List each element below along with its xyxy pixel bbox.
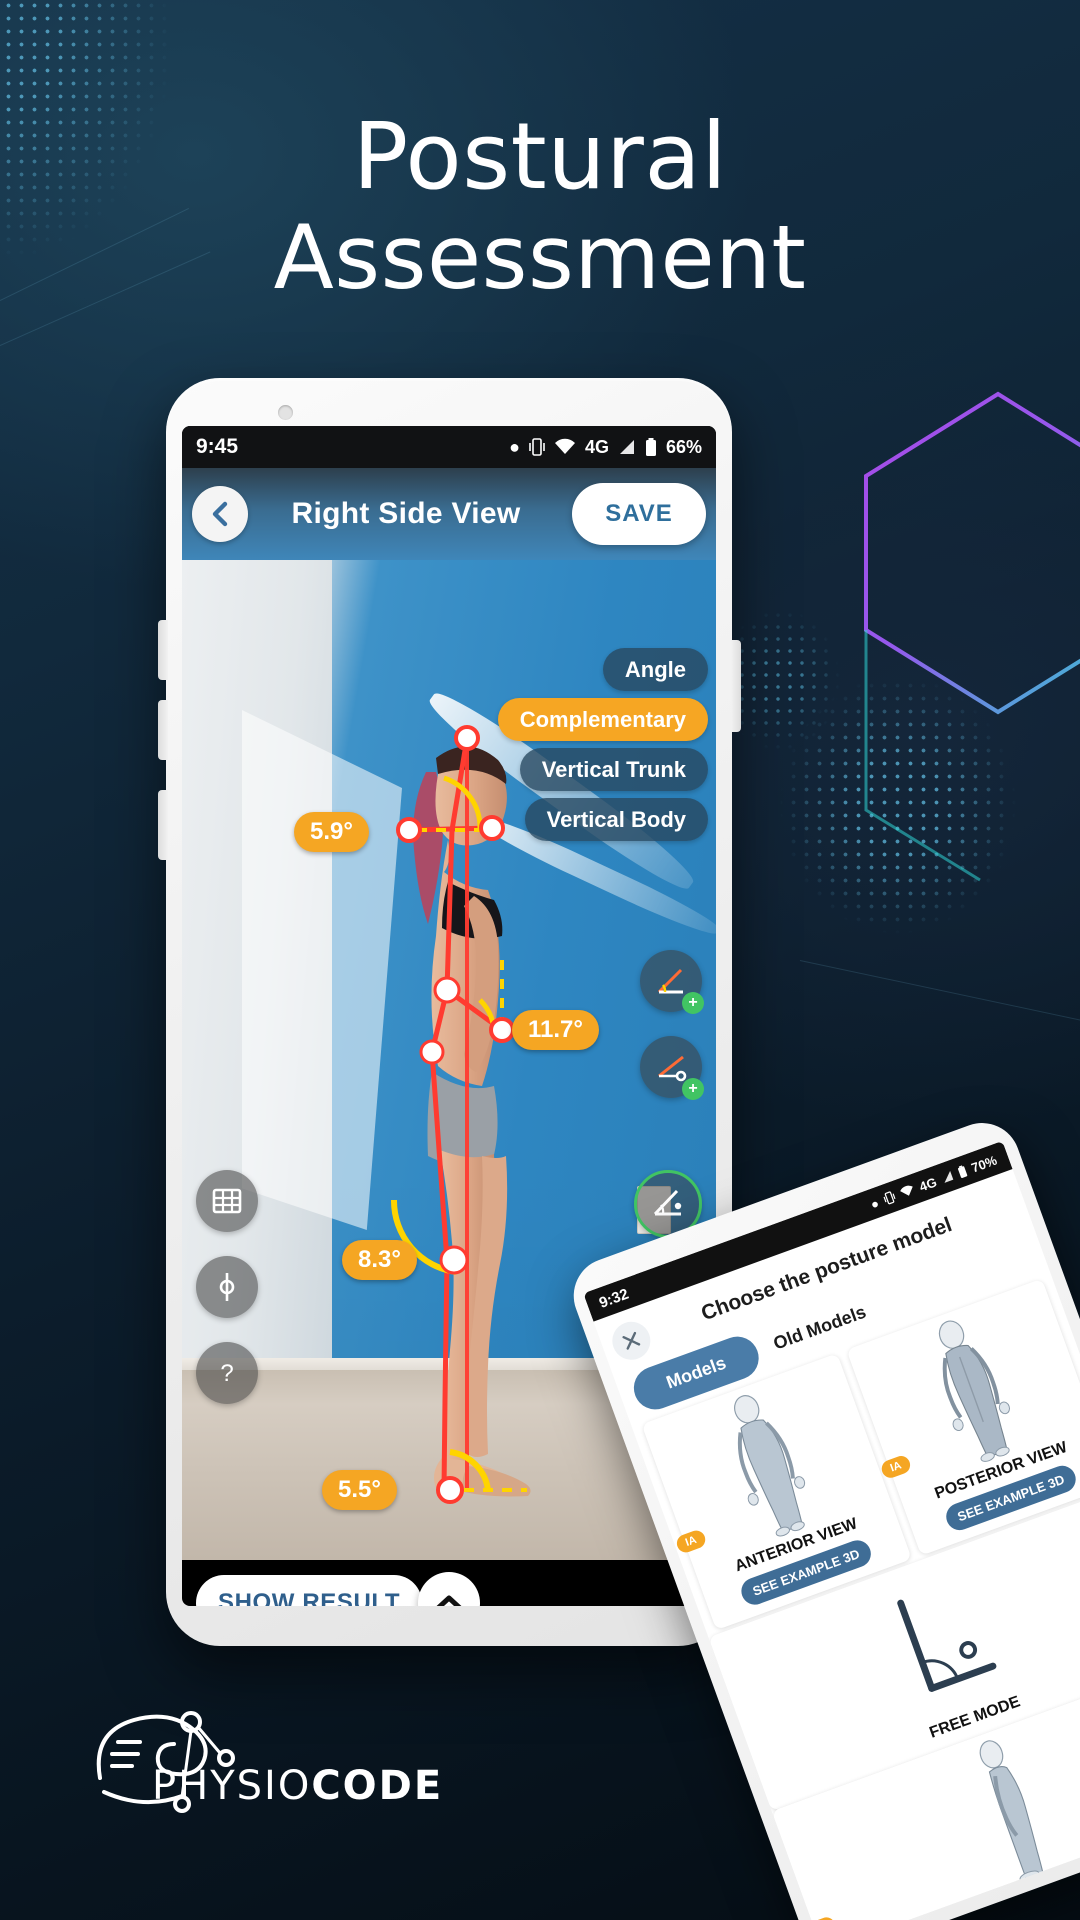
add-line-tool-button[interactable]: + <box>640 1036 704 1100</box>
page-title: Postural Assessment <box>0 110 1080 305</box>
add-angle-tool-button[interactable]: + <box>640 950 704 1014</box>
angle-badge-hip[interactable]: 11.7° <box>512 1010 599 1050</box>
wifi-icon <box>554 438 575 454</box>
grid-tool-button[interactable] <box>196 1170 258 1232</box>
protractor-icon <box>653 1189 682 1216</box>
mode-button-vertical-trunk[interactable]: Vertical Trunk <box>519 748 708 791</box>
grid-icon <box>212 1188 242 1214</box>
angle-badge-neck[interactable]: 5.9° <box>294 812 369 852</box>
plumb-line-tool-button[interactable] <box>196 1256 258 1318</box>
expand-panel-button[interactable] <box>418 1572 480 1606</box>
network-label: 4G <box>584 436 609 457</box>
help-icon: ? <box>220 1360 233 1387</box>
brand-name-bold: CODE <box>311 1763 444 1809</box>
phone-front-camera <box>278 405 293 420</box>
title-line-1: Postural <box>352 103 728 210</box>
plumb-line-icon <box>219 1273 235 1301</box>
add-angle-plus-badge: + <box>682 992 704 1014</box>
save-button[interactable]: SAVE <box>572 483 706 545</box>
mode-button-vertical-body[interactable]: Vertical Body <box>524 798 708 841</box>
battery-level: 66% <box>665 436 702 457</box>
help-tool-button[interactable]: ? <box>196 1342 258 1404</box>
brand-name-light: PHYSIO <box>152 1763 312 1809</box>
mode-button-angle[interactable]: Angle <box>602 648 708 691</box>
app-bar: Right Side View SAVE <box>182 468 716 560</box>
battery-icon <box>645 437 656 456</box>
dot-icon: ● <box>868 1194 881 1212</box>
neon-hexagon-decoration <box>864 391 1080 882</box>
brand-wordmark: PHYSIOCODE <box>152 1763 443 1809</box>
add-angle-icon <box>657 968 683 994</box>
signal-icon <box>944 1170 954 1183</box>
status-bar: 9:45 ● 4G 66% <box>182 426 716 468</box>
vibrate-icon <box>529 438 545 456</box>
chevron-left-icon <box>212 501 228 527</box>
vibrate-icon <box>883 1191 896 1205</box>
angle-badge-knee[interactable]: 8.3° <box>342 1240 417 1280</box>
secondary-battery-level: 70% <box>969 1152 999 1176</box>
dot-icon: ● <box>509 436 520 457</box>
title-line-2: Assessment <box>273 205 807 309</box>
phone-volume-up-button <box>158 620 168 680</box>
mode-button-complementary[interactable]: Complementary <box>497 698 708 741</box>
phone-volume-down-button <box>158 700 168 760</box>
signal-icon <box>619 440 634 454</box>
battery-icon <box>957 1164 968 1178</box>
svg-text:?: ? <box>220 1360 233 1387</box>
show-result-button[interactable]: SHOW RESULT <box>196 1575 423 1606</box>
phone-power-button <box>158 790 168 860</box>
bottom-action-bar: SHOW RESULT <box>182 1560 716 1606</box>
chevron-up-icon <box>436 1595 462 1606</box>
wifi-icon <box>899 1185 913 1196</box>
add-line-plus-badge: + <box>682 1078 704 1100</box>
page-title-label: Right Side View <box>291 497 521 530</box>
angle-badge-ankle[interactable]: 5.5° <box>322 1470 397 1510</box>
secondary-network-label: 4G <box>917 1173 939 1194</box>
phone-right-button <box>731 640 741 732</box>
secondary-status-time: 9:32 <box>596 1285 631 1312</box>
angle-mode-group: Angle Complementary Vertical Trunk Verti… <box>497 648 708 841</box>
status-time: 9:45 <box>196 435 239 458</box>
add-line-icon <box>658 1055 687 1082</box>
